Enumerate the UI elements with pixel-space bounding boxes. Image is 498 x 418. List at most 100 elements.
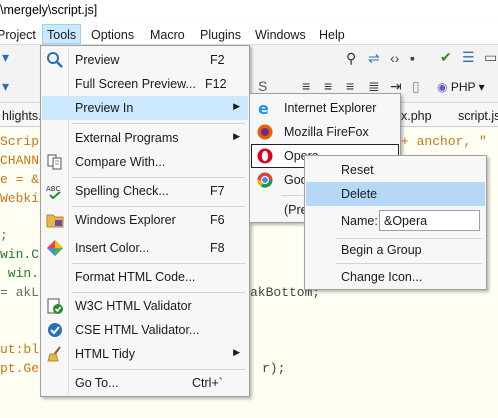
- separator: [72, 263, 245, 264]
- strikethrough-icon[interactable]: S: [258, 78, 267, 94]
- menu-item-label: Reset: [341, 163, 374, 177]
- menu-help[interactable]: Help: [319, 28, 345, 42]
- list-icon[interactable]: ☰: [462, 49, 475, 66]
- chevron-right-icon: ▶: [233, 131, 240, 141]
- find-icon[interactable]: ⚲: [346, 50, 356, 67]
- menu-item-shortcut: F6: [210, 213, 225, 227]
- code-line: pt.Ge: [0, 361, 40, 376]
- window-title: \mergely\script.js]: [0, 0, 498, 22]
- arrow-down-icon[interactable]: ▾: [2, 78, 9, 95]
- name-field[interactable]: [379, 210, 480, 231]
- menu-item-html-tidy[interactable]: HTML Tidy ▶: [42, 342, 248, 366]
- align-right-icon[interactable]: ≡: [346, 78, 354, 94]
- menu-item-label: Go To...: [75, 376, 119, 390]
- toolbar-overflow-icon[interactable]: ▪: [410, 50, 415, 66]
- menu-options[interactable]: Options: [91, 28, 134, 42]
- php-dropdown[interactable]: ◉ PHP ▾: [434, 79, 488, 95]
- tab-script[interactable]: script.js: [458, 109, 498, 123]
- menu-item-format-html-code[interactable]: Format HTML Code...: [42, 265, 248, 289]
- check-icon[interactable]: ✔: [440, 49, 452, 66]
- separator: [72, 177, 245, 178]
- menu-item-label: W3C HTML Validator: [75, 299, 192, 313]
- code-line: ;: [0, 228, 8, 243]
- menu-item-shortcut: F8: [210, 241, 225, 255]
- menu-item-label: Windows Explorer: [75, 213, 176, 227]
- code-line: = akL: [0, 285, 40, 300]
- menu-item-shortcut: F12: [205, 77, 227, 91]
- folder-icon: [46, 214, 64, 228]
- php-label: PHP: [450, 80, 476, 94]
- separator: [72, 123, 245, 124]
- menu-windows[interactable]: Windows: [255, 28, 306, 42]
- menu-item-go-to[interactable]: Go To... Ctrl+`: [42, 371, 248, 395]
- opera-icon: [257, 148, 273, 164]
- code-fragment: + anchor, ": [401, 134, 487, 149]
- menu-item-reset[interactable]: Reset: [306, 158, 485, 182]
- menu-macro[interactable]: Macro: [150, 28, 185, 42]
- preview-icon: [47, 52, 63, 68]
- compare-icon: [47, 154, 62, 170]
- menu-item-full-screen-preview[interactable]: Full Screen Preview... F12: [42, 72, 248, 96]
- menu-plugins[interactable]: Plugins: [200, 28, 241, 42]
- separator: [72, 369, 245, 370]
- code-line: win.C: [0, 247, 40, 262]
- menu-item-shortcut: Ctrl+`: [192, 376, 223, 390]
- customize-context-menu: Reset Delete Name: Begin a Group Change …: [304, 155, 487, 290]
- menu-item-label: Begin a Group: [341, 243, 422, 257]
- code-line: CHANN: [0, 153, 40, 168]
- menubar: Project Tools Options Macro Plugins Wind…: [0, 23, 498, 45]
- window-icon[interactable]: ▭: [484, 49, 497, 66]
- chevron-right-icon: ▶: [233, 101, 240, 111]
- menu-item-mozilla-firefox[interactable]: Mozilla FireFox: [251, 120, 399, 144]
- code-fragment: r);: [262, 361, 286, 376]
- menu-item-preview-in[interactable]: Preview In ▶: [42, 96, 248, 120]
- chevron-right-icon: ▶: [233, 347, 240, 357]
- menu-item-label: HTML Tidy: [75, 347, 135, 361]
- menu-item-insert-color[interactable]: Insert Color... F8: [42, 236, 248, 260]
- menu-item-w3c-html-validator[interactable]: W3C HTML Validator: [42, 294, 248, 318]
- menu-item-shortcut: F2: [210, 53, 225, 67]
- menu-item-label: Format HTML Code...: [75, 270, 196, 284]
- color-icon: [47, 240, 63, 256]
- w3c-validator-icon: [47, 298, 63, 314]
- menu-item-label: Preview In: [75, 101, 134, 115]
- tab-highlights[interactable]: hlights.: [2, 109, 42, 123]
- menu-item-compare-with[interactable]: Compare With...: [42, 150, 248, 174]
- menu-tools[interactable]: Tools: [42, 24, 82, 44]
- menu-item-spelling-check[interactable]: ABC Spelling Check... F7: [42, 179, 248, 203]
- align-left-icon[interactable]: ≡: [302, 78, 310, 94]
- tag-icon[interactable]: ‹›: [390, 50, 399, 66]
- code-line: win.: [0, 266, 40, 281]
- menu-item-preview[interactable]: Preview F2: [42, 48, 248, 72]
- broom-icon: [47, 346, 61, 362]
- tools-menu: Preview F2 Full Screen Preview... F12 Pr…: [40, 45, 250, 397]
- separator: [72, 292, 245, 293]
- internet-explorer-icon: e: [258, 99, 269, 117]
- code-line: ut:bl: [0, 342, 40, 357]
- php-icon: ◉: [437, 80, 448, 94]
- cse-validator-icon: [48, 323, 62, 337]
- menu-item-internet-explorer[interactable]: e Internet Explorer: [251, 96, 399, 120]
- menu-item-label: External Programs: [75, 131, 179, 145]
- menu-project[interactable]: Project: [0, 28, 36, 42]
- firefox-icon: [257, 124, 273, 140]
- svg-text:ABC: ABC: [46, 185, 60, 193]
- menu-item-delete[interactable]: Delete: [306, 182, 485, 206]
- svg-text:e: e: [258, 99, 269, 117]
- replace-icon[interactable]: ⇌: [368, 50, 380, 67]
- menu-item-change-icon[interactable]: Change Icon...: [306, 265, 485, 289]
- arrow-down-icon[interactable]: ▾: [2, 49, 9, 66]
- menu-item-windows-explorer[interactable]: Windows Explorer F6: [42, 208, 248, 232]
- code-line: Scrip: [0, 134, 40, 149]
- menu-item-cse-html-validator[interactable]: CSE HTML Validator...: [42, 318, 248, 342]
- menu-item-label: Full Screen Preview...: [75, 77, 196, 91]
- menu-item-label: Compare With...: [75, 155, 166, 169]
- align-center-icon[interactable]: ≡: [324, 78, 332, 94]
- menu-item-begin-group[interactable]: Begin a Group: [306, 238, 485, 262]
- tab-php[interactable]: x.php: [401, 109, 432, 123]
- menu-item-external-programs[interactable]: External Programs ▶: [42, 126, 248, 150]
- chrome-icon: [257, 172, 273, 188]
- comment-icon[interactable]: ▯: [412, 78, 420, 95]
- menu-item-label: Preview: [75, 53, 120, 67]
- spelling-icon: ABC: [46, 185, 61, 200]
